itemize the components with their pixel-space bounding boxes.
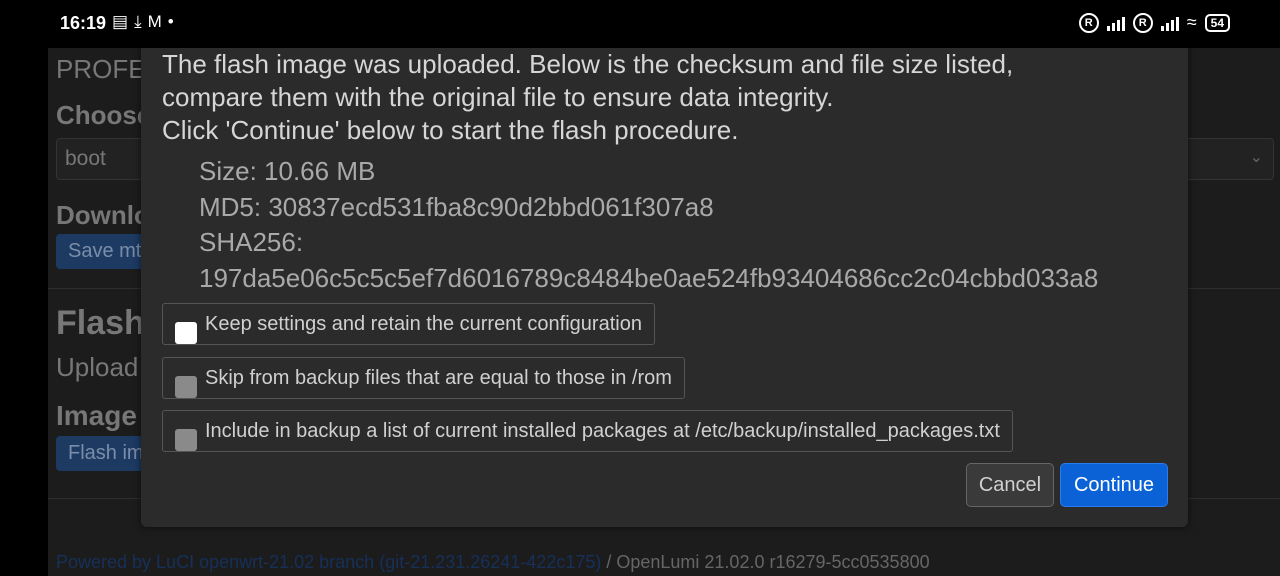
option-keep-settings[interactable]: Keep settings and retain the current con… bbox=[162, 303, 655, 345]
md5-checksum: MD5: 30837ecd531fba8c90d2bbd061f307a8 bbox=[199, 191, 714, 222]
signal-icon bbox=[1106, 15, 1125, 31]
status-time: 16:19 bbox=[60, 13, 107, 33]
keep-settings-label: Keep settings and retain the current con… bbox=[205, 312, 642, 335]
cancel-button[interactable]: Cancel bbox=[966, 463, 1054, 507]
footer: Powered by LuCI openwrt-21.02 branch (gi… bbox=[56, 552, 930, 573]
gmail-icon: M bbox=[147, 12, 168, 31]
notes-icon: ▤ bbox=[112, 12, 135, 31]
file-size: Size: 10.66 MB bbox=[199, 156, 376, 186]
battery-icon: 54 bbox=[1204, 13, 1230, 32]
skip-orig-checkbox[interactable] bbox=[175, 376, 197, 398]
option-skip-orig[interactable]: Skip from backup files that are equal to… bbox=[162, 357, 685, 399]
select-value: boot bbox=[65, 147, 106, 170]
choose-label: Choose bbox=[56, 100, 152, 130]
status-left-icons: ▤⤓M• bbox=[112, 12, 180, 32]
sha256-label: SHA256: bbox=[199, 227, 304, 257]
backup-pkgs-label: Include in backup a list of current inst… bbox=[205, 419, 1000, 442]
roaming-icon-2: R bbox=[1132, 12, 1153, 33]
footer-version: / OpenLumi 21.02.0 r16279-5cc0535800 bbox=[601, 552, 930, 572]
status-bar: 16:19 ▤⤓M• R R ≈ 54 bbox=[0, 0, 1280, 48]
download-heading: Downlo bbox=[56, 200, 150, 230]
checksum-info: Size: 10.66 MB MD5: 30837ecd531fba8c90d2… bbox=[199, 154, 1098, 296]
flash-heading: Flash bbox=[56, 304, 145, 342]
status-right-icons: R R ≈ 54 bbox=[1078, 12, 1230, 33]
upload-text: Upload bbox=[56, 352, 139, 382]
option-backup-pkgs[interactable]: Include in backup a list of current inst… bbox=[162, 410, 1013, 452]
save-mtdblock-button[interactable]: Save mt bbox=[56, 234, 154, 269]
continue-button[interactable]: Continue bbox=[1060, 463, 1168, 507]
dot-icon: • bbox=[167, 12, 180, 31]
image-heading: Image bbox=[56, 400, 137, 431]
message-line-1: The flash image was uploaded. Below is t… bbox=[162, 49, 1014, 79]
backup-pkgs-checkbox[interactable] bbox=[175, 429, 197, 451]
message-line-3: Click 'Continue' below to start the flas… bbox=[162, 115, 739, 145]
sha256-checksum: 197da5e06c5c5c5ef7d6016789c8484be0ae524f… bbox=[199, 262, 1099, 293]
flash-confirm-modal: The flash image was uploaded. Below is t… bbox=[141, 40, 1188, 527]
roaming-icon: R bbox=[1078, 12, 1099, 33]
wifi-icon: ≈ bbox=[1186, 12, 1197, 32]
luci-link[interactable]: Powered by LuCI openwrt-21.02 branch (gi… bbox=[56, 552, 601, 572]
skip-orig-label: Skip from backup files that are equal to… bbox=[205, 366, 672, 389]
battery-level: 54 bbox=[1210, 15, 1224, 30]
signal-icon-2 bbox=[1160, 15, 1179, 31]
keep-settings-checkbox[interactable] bbox=[175, 322, 197, 344]
message-line-2: compare them with the original file to e… bbox=[162, 82, 834, 112]
chevron-down-icon: ⌄ bbox=[1249, 149, 1263, 166]
profile-heading: PROFE bbox=[56, 54, 146, 84]
modal-message: The flash image was uploaded. Below is t… bbox=[162, 48, 1172, 147]
download-icon: ⤓ bbox=[134, 12, 148, 31]
